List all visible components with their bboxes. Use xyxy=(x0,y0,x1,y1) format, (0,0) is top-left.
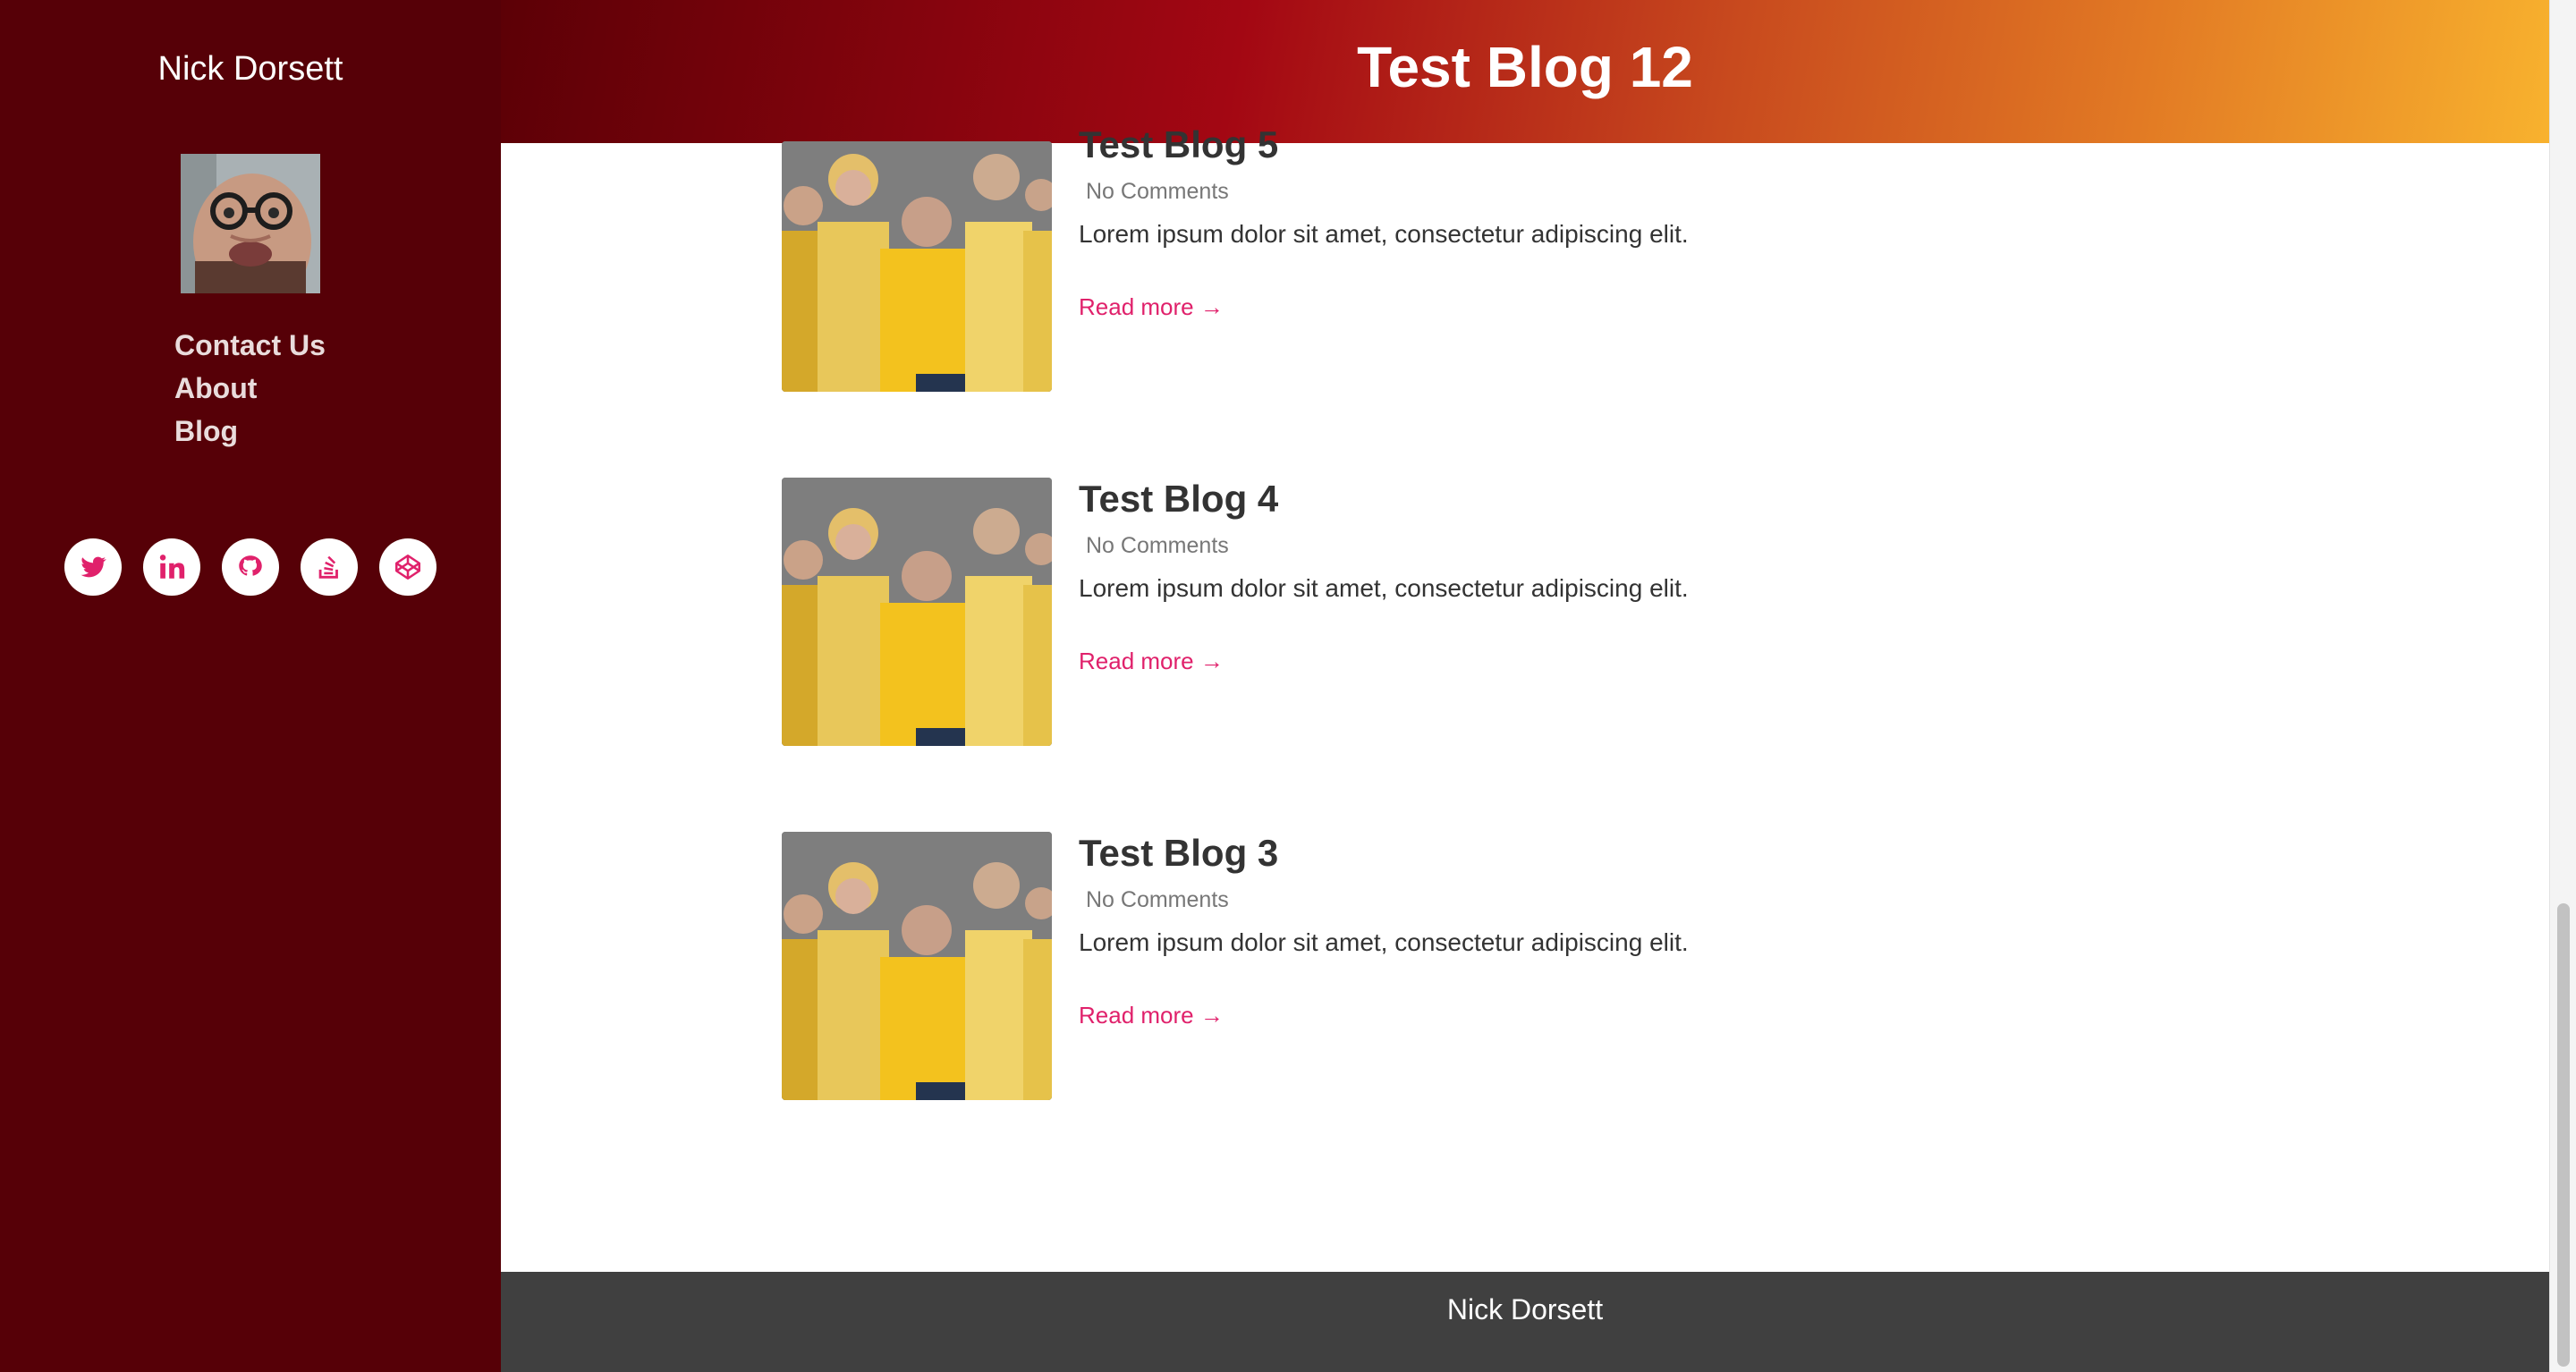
post-comment-count[interactable]: No Comments xyxy=(1086,533,1229,559)
sidebar: Nick Dorsett Contact Us About Blog xyxy=(0,0,501,1372)
footer-text: Nick Dorsett xyxy=(1446,1293,1604,1325)
codepen-link[interactable] xyxy=(379,538,436,596)
footer: Nick Dorsett xyxy=(501,1272,2549,1372)
post-excerpt: Lorem ipsum dolor sit amet, consectetur … xyxy=(1079,574,1689,602)
post-title[interactable]: Test Blog 5 xyxy=(1079,123,1278,166)
post-image xyxy=(782,832,1052,1100)
codepen-icon xyxy=(394,554,421,580)
scrollbar[interactable] xyxy=(2549,0,2576,1372)
post-excerpt: Lorem ipsum dolor sit amet, consectetur … xyxy=(1079,220,1689,248)
nav-contact-us[interactable]: Contact Us xyxy=(174,324,326,367)
avatar-image xyxy=(181,154,320,293)
nav-about[interactable]: About xyxy=(174,367,326,410)
post-thumbnail[interactable] xyxy=(782,478,1052,746)
page-title: Test Blog 12 xyxy=(1357,35,1693,99)
post-comment-count[interactable]: No Comments xyxy=(1086,179,1229,205)
stackoverflow-icon xyxy=(318,555,338,579)
nav-blog[interactable]: Blog xyxy=(174,410,326,453)
read-more-link[interactable]: Read more → xyxy=(1079,1002,1224,1029)
header-banner: Test Blog 12 xyxy=(501,0,2549,143)
read-more-link[interactable]: Read more → xyxy=(1079,293,1224,321)
linkedin-icon xyxy=(159,555,185,579)
twitter-link[interactable] xyxy=(64,538,122,596)
post-excerpt: Lorem ipsum dolor sit amet, consectetur … xyxy=(1079,928,1689,956)
read-more-link[interactable]: Read more → xyxy=(1079,648,1224,675)
site-owner-name: Nick Dorsett xyxy=(157,50,343,88)
github-icon xyxy=(239,555,262,576)
post-image xyxy=(782,141,1052,392)
post-title[interactable]: Test Blog 4 xyxy=(1079,478,1278,521)
github-link[interactable] xyxy=(222,538,279,596)
post-title[interactable]: Test Blog 3 xyxy=(1079,832,1278,875)
stackoverflow-link[interactable] xyxy=(301,538,358,596)
post-comment-count[interactable]: No Comments xyxy=(1086,887,1229,913)
post-thumbnail[interactable] xyxy=(782,832,1052,1100)
post-thumbnail[interactable] xyxy=(782,141,1052,392)
linkedin-link[interactable] xyxy=(143,538,200,596)
sidebar-nav: Contact Us About Blog xyxy=(174,324,326,453)
social-links xyxy=(64,538,436,596)
post-image xyxy=(782,478,1052,746)
twitter-icon xyxy=(80,556,106,578)
avatar xyxy=(181,154,320,293)
scrollbar-thumb[interactable] xyxy=(2557,903,2570,1367)
